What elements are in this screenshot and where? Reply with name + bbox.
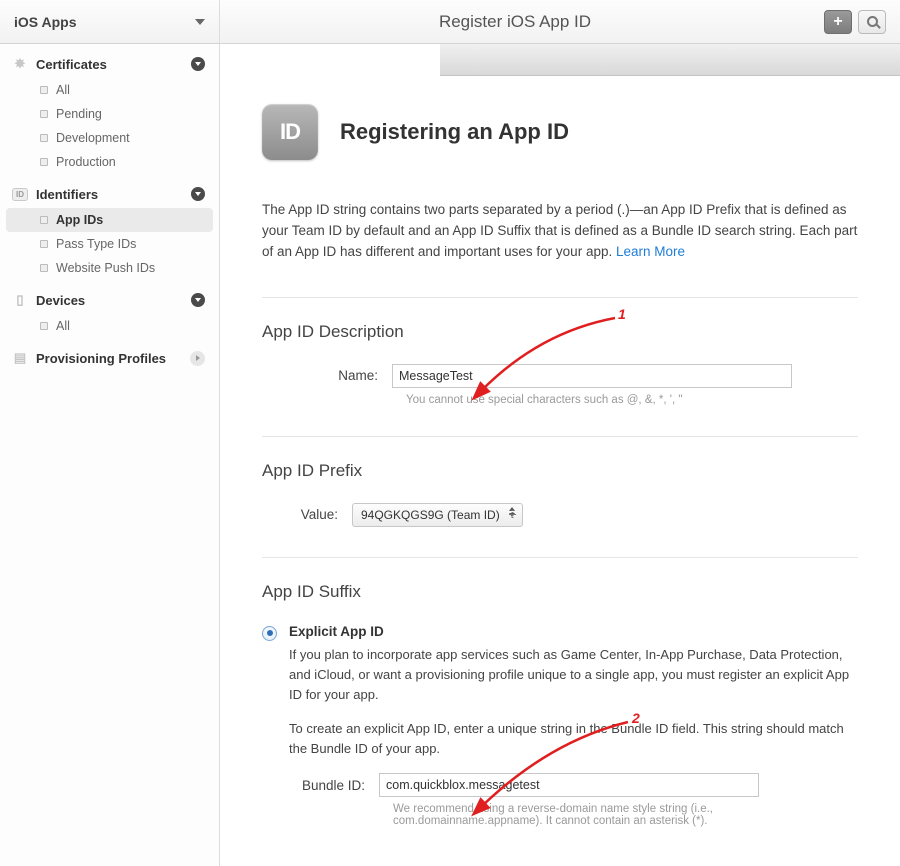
nav-section-devices: Devices All <box>0 286 219 338</box>
nav-item-label: Development <box>56 131 130 145</box>
app-id-badge-icon: ID <box>262 104 318 160</box>
nav-section-certificates: Certificates All Pending Development Pro… <box>0 50 219 174</box>
bullet-icon <box>40 86 48 94</box>
explicit-app-id-title: Explicit App ID <box>289 624 858 639</box>
nav-item-certificates-all[interactable]: All <box>6 78 213 102</box>
nav-header-certificates[interactable]: Certificates <box>0 50 219 78</box>
team-id-selected: 94QGKQGS9G (Team ID) <box>361 508 500 522</box>
app-category-dropdown-container: iOS Apps <box>0 0 220 43</box>
nav-header-label: Devices <box>36 293 191 308</box>
page-title: Register iOS App ID <box>220 12 810 32</box>
sidebar: Certificates All Pending Development Pro… <box>0 44 220 866</box>
search-button[interactable] <box>858 10 886 34</box>
bullet-icon <box>40 216 48 224</box>
search-icon <box>867 16 878 27</box>
nav-header-provisioning[interactable]: Provisioning Profiles <box>0 344 219 372</box>
bullet-icon <box>40 240 48 248</box>
nav-header-label: Identifiers <box>36 187 191 202</box>
bullet-icon <box>40 264 48 272</box>
section-heading: App ID Suffix <box>262 582 858 602</box>
nav-item-devices-all[interactable]: All <box>6 314 213 338</box>
bundle-id-label: Bundle ID: <box>289 778 379 793</box>
secondary-toolbar <box>440 44 900 76</box>
nav-item-label: Pass Type IDs <box>56 237 136 251</box>
nav-header-identifiers[interactable]: ID Identifiers <box>0 180 219 208</box>
bullet-icon <box>40 110 48 118</box>
name-label: Name: <box>262 368 392 383</box>
section-app-id-prefix: App ID Prefix Value: 94QGKQGS9G (Team ID… <box>262 436 858 557</box>
nav-header-label: Certificates <box>36 57 191 72</box>
annotation-arrow-1 <box>470 312 630 402</box>
app-category-label: iOS Apps <box>14 14 77 30</box>
collapse-toggle-icon <box>191 293 205 307</box>
bullet-icon <box>40 322 48 330</box>
device-icon <box>12 292 28 308</box>
nav-item-certificates-pending[interactable]: Pending <box>6 102 213 126</box>
nav-item-app-ids[interactable]: App IDs <box>6 208 213 232</box>
radio-selected-icon <box>262 626 277 641</box>
bullet-icon <box>40 158 48 166</box>
expand-toggle-icon <box>190 351 205 366</box>
app-category-dropdown[interactable]: iOS Apps <box>14 14 205 30</box>
nav-section-identifiers: ID Identifiers App IDs Pass Type IDs Web… <box>0 180 219 280</box>
hero-title: Registering an App ID <box>340 119 569 145</box>
value-label: Value: <box>262 507 352 522</box>
select-stepper-icon <box>509 507 515 517</box>
add-button[interactable]: + <box>824 10 852 34</box>
annotation-arrow-2 <box>470 716 640 816</box>
nav-item-label: All <box>56 83 70 97</box>
team-id-select[interactable]: 94QGKQGS9G (Team ID) <box>352 503 523 527</box>
nav-header-label: Provisioning Profiles <box>36 351 190 366</box>
nav-item-certificates-production[interactable]: Production <box>6 150 213 174</box>
section-heading: App ID Prefix <box>262 461 858 481</box>
nav-item-label: Pending <box>56 107 102 121</box>
document-icon <box>12 350 28 366</box>
explicit-app-id-desc1: If you plan to incorporate app services … <box>289 645 858 705</box>
top-bar: iOS Apps Register iOS App ID + <box>0 0 900 44</box>
nav-item-certificates-development[interactable]: Development <box>6 126 213 150</box>
intro-text: The App ID string contains two parts sep… <box>262 202 857 259</box>
learn-more-link[interactable]: Learn More <box>616 244 685 259</box>
intro-paragraph: The App ID string contains two parts sep… <box>262 200 858 263</box>
chevron-down-icon <box>195 19 205 25</box>
nav-item-pass-type-ids[interactable]: Pass Type IDs <box>6 232 213 256</box>
nav-item-label: Production <box>56 155 116 169</box>
id-badge-icon: ID <box>12 186 28 202</box>
topbar-actions: + <box>810 10 900 34</box>
nav-item-label: App IDs <box>56 213 103 227</box>
bullet-icon <box>40 134 48 142</box>
nav-item-label: All <box>56 319 70 333</box>
certificate-icon <box>12 56 28 72</box>
collapse-toggle-icon <box>191 57 205 71</box>
nav-header-devices[interactable]: Devices <box>0 286 219 314</box>
hero-row: ID Registering an App ID <box>262 104 858 160</box>
form-row-value: Value: 94QGKQGS9G (Team ID) <box>262 503 858 527</box>
nav-section-provisioning: Provisioning Profiles <box>0 344 219 372</box>
nav-item-website-push-ids[interactable]: Website Push IDs <box>6 256 213 280</box>
nav-item-label: Website Push IDs <box>56 261 155 275</box>
collapse-toggle-icon <box>191 187 205 201</box>
hero-badge-text: ID <box>280 119 300 145</box>
plus-icon: + <box>833 13 842 31</box>
